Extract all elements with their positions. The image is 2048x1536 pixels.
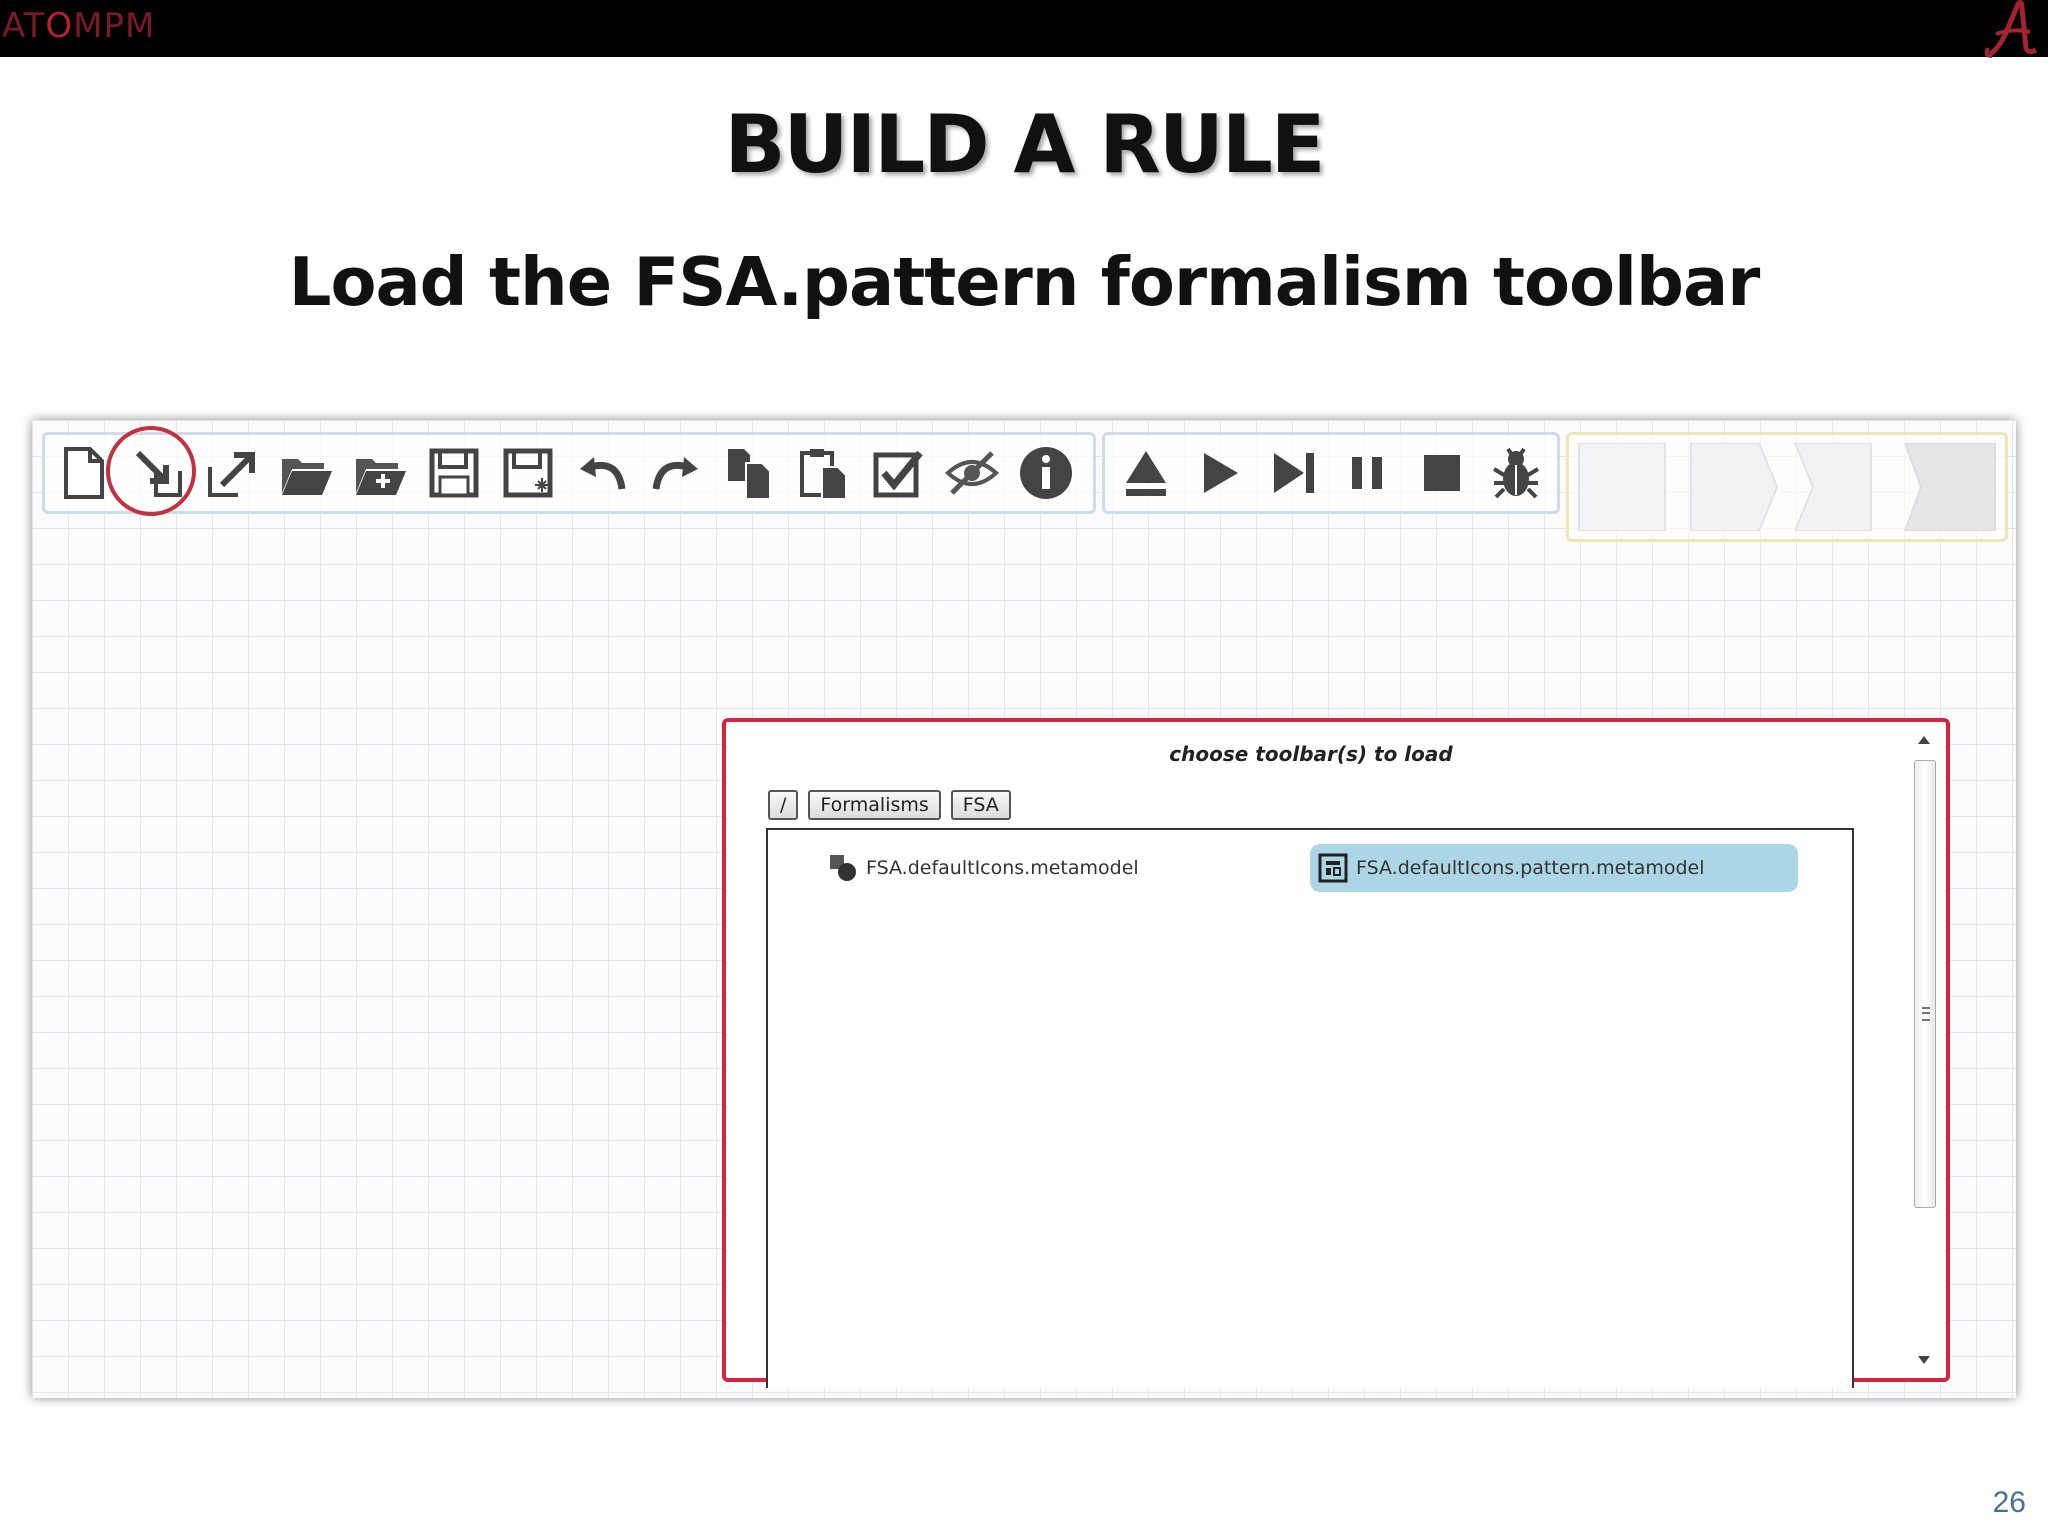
paste-icon [800, 449, 847, 500]
info-button[interactable] [1017, 444, 1075, 502]
redo-button[interactable] [647, 444, 705, 502]
new-folder-button[interactable] [351, 444, 409, 502]
file-name: FSA.defaultIcons.pattern.metamodel [1356, 857, 1705, 879]
open-button[interactable] [277, 444, 335, 502]
undo-button[interactable] [573, 444, 631, 502]
undo-icon [580, 457, 626, 490]
stop-button[interactable] [1413, 444, 1471, 502]
path-breadcrumb: / Formalisms FSA [768, 790, 1011, 820]
university-a-logo [1984, 0, 2038, 58]
new-file-button[interactable] [55, 444, 113, 502]
save-icon [429, 448, 479, 498]
hide-icon [945, 451, 999, 495]
export-icon [208, 452, 255, 497]
top-bar: ATOMPM [0, 0, 2048, 58]
file-name: FSA.defaultIcons.metamodel [866, 857, 1139, 879]
open-folder-icon [282, 459, 332, 495]
redo-icon [652, 457, 698, 490]
crumb-root[interactable]: / [768, 790, 799, 820]
export-button[interactable] [203, 444, 261, 502]
save-as-icon [503, 448, 553, 498]
copy-button[interactable] [721, 444, 779, 502]
file-item-selected[interactable]: FSA.defaultIcons.pattern.metamodel [1310, 844, 1798, 892]
pause-icon [1352, 457, 1382, 489]
slide-title: BUILD A RULE [724, 98, 1326, 191]
save-button[interactable] [425, 444, 483, 502]
toggle-visibility-button[interactable] [943, 444, 1001, 502]
debug-button[interactable] [1487, 444, 1545, 502]
slide-subtitle: Load the FSA.pattern formalism toolbar [288, 243, 1760, 321]
crumb-fsa[interactable]: FSA [950, 790, 1011, 820]
new-file-icon [64, 447, 104, 499]
stop-icon [1424, 455, 1460, 491]
scrollbar-thumb[interactable] [1914, 760, 1936, 1208]
highlight-ring [106, 426, 196, 516]
dialog-scrollbar[interactable] [1912, 728, 1938, 1372]
grip-icon [1922, 1007, 1930, 1021]
file-list: FSA.defaultIcons.metamodel FSA.defaultIc… [766, 828, 1854, 1388]
info-icon [1020, 447, 1072, 499]
load-transformation-button[interactable] [1117, 444, 1175, 502]
validate-icon [873, 450, 923, 498]
scroll-down-arrow-icon[interactable] [1918, 1356, 1930, 1364]
choose-toolbar-dialog: choose toolbar(s) to load / Formalisms F… [722, 718, 1950, 1388]
copy-icon [728, 449, 771, 500]
step-icon [1274, 453, 1314, 493]
pattern-metamodel-icon [1318, 853, 1348, 883]
crumb-formalisms[interactable]: Formalisms [808, 790, 941, 820]
new-folder-icon [356, 459, 406, 495]
scroll-up-arrow-icon[interactable] [1918, 736, 1930, 744]
pause-button[interactable] [1339, 444, 1397, 502]
breadcrumb-arrows [1578, 443, 1996, 531]
atompm-canvas[interactable]: choose toolbar(s) to load / Formalisms F… [32, 420, 2016, 1398]
step-button[interactable] [1265, 444, 1323, 502]
file-item[interactable]: FSA.defaultIcons.metamodel [828, 844, 1139, 892]
save-as-button[interactable] [499, 444, 557, 502]
dialog-title: choose toolbar(s) to load [1169, 742, 1453, 766]
atompm-logo: ATOMPM [2, 6, 156, 46]
page-number: 26 [1992, 1486, 2026, 1519]
transformation-toolbar [1102, 432, 1560, 514]
breadcrumb-toolbar [1566, 432, 2008, 542]
metamodel-icon [830, 855, 856, 881]
play-button[interactable] [1191, 444, 1249, 502]
debug-bug-icon [1492, 447, 1540, 499]
paste-button[interactable] [795, 444, 853, 502]
play-icon [1204, 453, 1238, 493]
validate-button[interactable] [869, 444, 927, 502]
main-toolbar [42, 432, 1096, 514]
load-transformation-icon [1126, 451, 1166, 496]
